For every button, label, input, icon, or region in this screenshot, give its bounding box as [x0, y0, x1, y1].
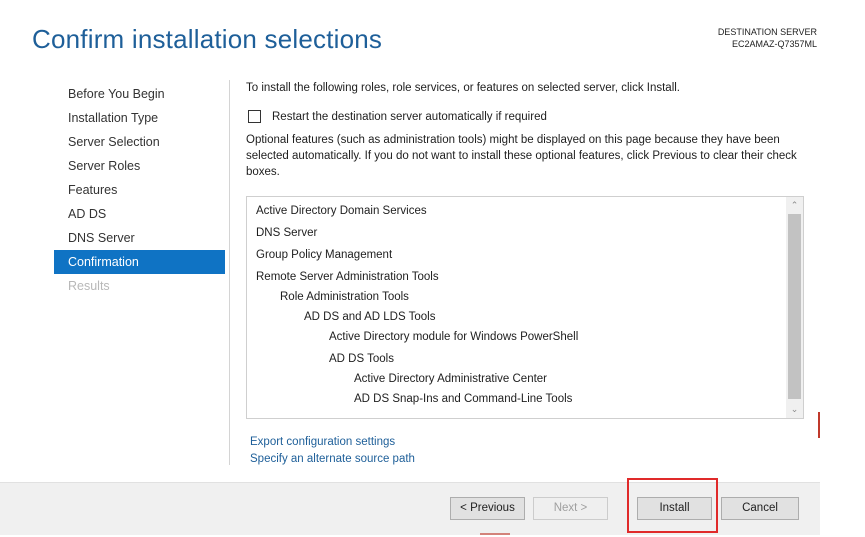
- alternate-source-link[interactable]: Specify an alternate source path: [250, 453, 415, 465]
- optional-features-note: Optional features (such as administratio…: [246, 134, 797, 178]
- nav-item-dns-server[interactable]: DNS Server: [54, 226, 225, 250]
- destination-server-info: DESTINATION SERVER EC2AMAZ-Q7357ML: [718, 26, 817, 50]
- list-item: AD DS and AD LDS Tools: [304, 311, 436, 323]
- list-item: Active Directory Domain Services: [256, 205, 427, 217]
- list-item: Group Policy Management: [256, 249, 393, 261]
- scroll-up-icon[interactable]: ⌃: [786, 197, 803, 214]
- install-highlight: [627, 478, 718, 533]
- nav-item-server-roles[interactable]: Server Roles: [54, 154, 225, 178]
- list-item: Active Directory Administrative Center: [354, 373, 548, 385]
- scroll-down-icon[interactable]: ⌄: [786, 401, 803, 418]
- restart-label[interactable]: Restart the destination server automatic…: [272, 111, 547, 123]
- nav-item-before-you-begin[interactable]: Before You Begin: [54, 82, 225, 106]
- restart-checkbox[interactable]: [248, 110, 261, 123]
- list-scrollbar[interactable]: ⌃ ⌄: [786, 197, 803, 418]
- intro-text: To install the following roles, role ser…: [246, 82, 680, 94]
- nav-item-ad-ds[interactable]: AD DS: [54, 202, 225, 226]
- list-item: Role Administration Tools: [280, 291, 409, 303]
- cancel-button[interactable]: Cancel: [721, 497, 799, 520]
- background-mark: [818, 412, 820, 438]
- destination-server-label: DESTINATION SERVER: [717, 27, 817, 37]
- nav-item-server-selection[interactable]: Server Selection: [54, 130, 225, 154]
- destination-server-name: EC2AMAZ-Q7357ML: [731, 39, 817, 49]
- nav-item-results: Results: [68, 279, 110, 293]
- list-item: Remote Server Administration Tools: [256, 271, 439, 283]
- nav-item-confirmation[interactable]: Confirmation: [54, 250, 225, 274]
- previous-button[interactable]: < Previous: [450, 497, 525, 520]
- features-list[interactable]: Active Directory Domain Services DNS Ser…: [246, 196, 804, 419]
- next-button: Next >: [533, 497, 608, 520]
- restart-option[interactable]: Restart the destination server automatic…: [248, 110, 547, 123]
- nav-item-features[interactable]: Features: [54, 178, 225, 202]
- list-item: DNS Server: [256, 227, 318, 239]
- scroll-thumb[interactable]: [788, 214, 801, 399]
- nav-divider: [229, 80, 230, 465]
- list-item: AD DS Tools: [329, 353, 394, 365]
- export-configuration-link[interactable]: Export configuration settings: [250, 436, 395, 448]
- page-title: Confirm installation selections: [32, 24, 383, 54]
- list-item: AD DS Snap-Ins and Command-Line Tools: [354, 393, 573, 405]
- nav-item-installation-type[interactable]: Installation Type: [54, 106, 225, 130]
- list-item: Active Directory module for Windows Powe…: [329, 331, 579, 343]
- wizard-nav: Before You Begin Installation Type Serve…: [54, 82, 225, 298]
- background-mark: [480, 533, 510, 535]
